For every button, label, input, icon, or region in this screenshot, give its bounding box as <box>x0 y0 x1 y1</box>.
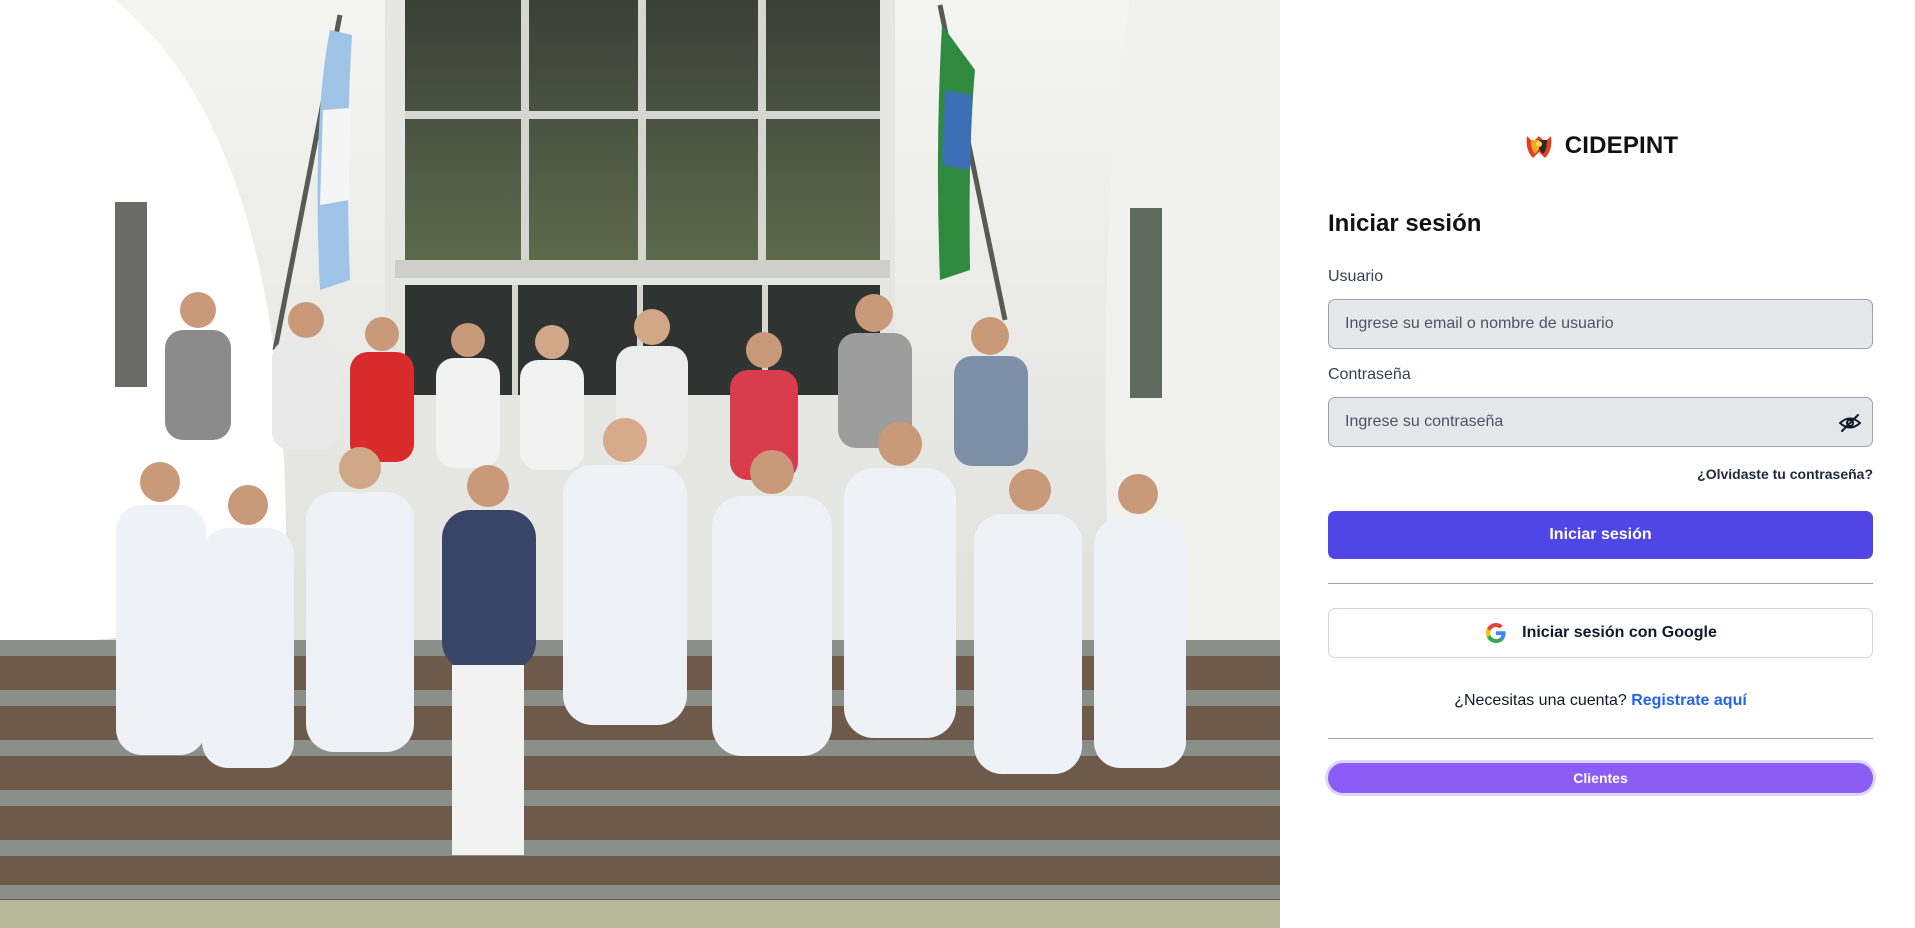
divider <box>1328 738 1873 739</box>
group-photo-illustration <box>0 0 1280 928</box>
clients-button[interactable]: Clientes <box>1328 763 1873 793</box>
divider <box>1328 583 1873 584</box>
password-input[interactable] <box>1329 398 1872 446</box>
login-button[interactable]: Iniciar sesión <box>1328 511 1873 559</box>
cidepint-logo-icon <box>1523 130 1555 162</box>
eye-off-icon[interactable] <box>1838 411 1862 435</box>
login-panel: CIDEPINT Iniciar sesión Usuario Contrase… <box>1280 0 1915 928</box>
forgot-password-link[interactable]: ¿Olvidaste tu contraseña? <box>1697 466 1873 482</box>
google-icon <box>1484 621 1508 645</box>
signup-prompt: ¿Necesitas una cuenta? Registrate aquí <box>1328 692 1873 710</box>
password-label: Contraseña <box>1328 366 1411 383</box>
brand: CIDEPINT <box>1328 128 1873 164</box>
username-input[interactable] <box>1329 300 1872 348</box>
brand-name: CIDEPINT <box>1564 132 1679 159</box>
group-photo <box>0 0 1280 928</box>
google-login-label: Iniciar sesión con Google <box>1522 624 1717 641</box>
signup-prompt-text: ¿Necesitas una cuenta? <box>1454 692 1627 709</box>
page-title: Iniciar sesión <box>1328 210 1482 237</box>
google-login-button[interactable]: Iniciar sesión con Google <box>1328 608 1873 658</box>
username-label: Usuario <box>1328 268 1384 285</box>
password-field[interactable] <box>1328 397 1873 447</box>
signup-link[interactable]: Registrate aquí <box>1631 692 1747 709</box>
username-field[interactable] <box>1328 299 1873 349</box>
